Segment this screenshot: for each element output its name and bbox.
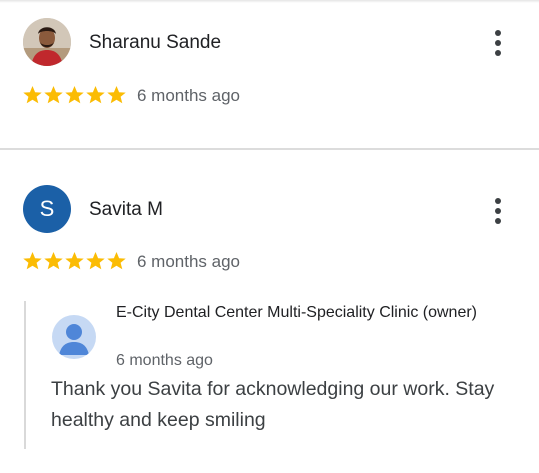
more-vert-icon[interactable] [492, 198, 504, 226]
reviewer-photo-icon [23, 18, 71, 66]
reviewer-avatar[interactable] [23, 18, 71, 66]
review-date: 6 months ago [137, 86, 241, 105]
person-icon [59, 324, 89, 355]
owner-reply-date: 6 months ago [116, 352, 213, 369]
review-card: S Savita M 6 months ago E-City Dental Ce… [0, 151, 539, 473]
review-date: 6 months ago [137, 252, 241, 271]
owner-name: E-City Dental Center Multi-Speciality Cl… [116, 304, 477, 321]
star-icon [65, 252, 84, 270]
star-icon [107, 252, 126, 270]
review-divider [0, 148, 539, 150]
star-icon [23, 252, 42, 270]
owner-reply-bar [24, 301, 26, 449]
star-icon [44, 252, 63, 270]
review-card: Sharanu Sande 6 months ago [0, 0, 539, 148]
star-icon [44, 86, 63, 104]
owner-avatar [52, 315, 96, 359]
owner-reply-text: Thank you Savita for acknowledging our w… [51, 378, 495, 431]
star-icon [86, 252, 105, 270]
star-icon [65, 86, 84, 104]
star-icon [86, 86, 105, 104]
reviewer-name[interactable]: Savita M [89, 199, 163, 221]
avatar-initial: S [39, 196, 55, 221]
rating-stars [22, 251, 127, 271]
star-icon [107, 86, 126, 104]
star-icon [23, 86, 42, 104]
card-top-shadow [0, 0, 539, 3]
reviewer-avatar[interactable]: S [23, 185, 71, 233]
rating-stars [22, 85, 127, 105]
more-vert-icon[interactable] [492, 30, 504, 58]
reviewer-name[interactable]: Sharanu Sande [89, 32, 221, 54]
